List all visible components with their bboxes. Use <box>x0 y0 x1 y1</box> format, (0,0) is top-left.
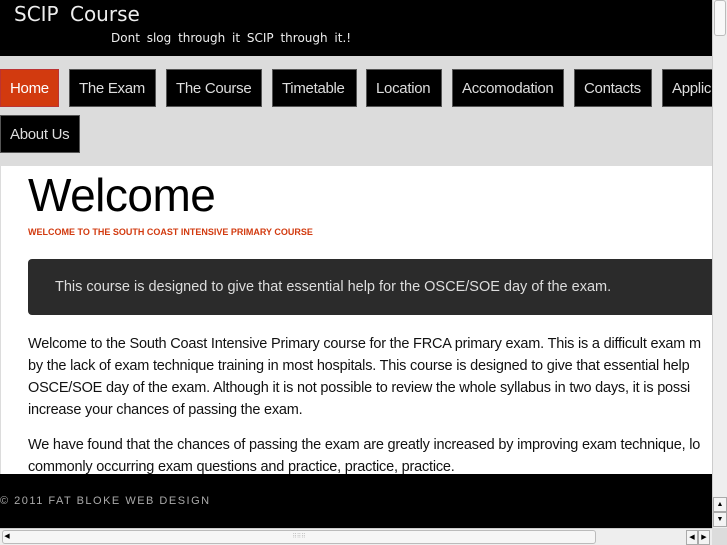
nav-location[interactable]: Location <box>366 69 442 107</box>
horizontal-scroll-thumb[interactable]: ⠿⠿⠿ <box>2 530 596 544</box>
site-footer: © 2011 FAT BLOKE WEB DESIGN <box>0 474 712 528</box>
scroll-left-icon[interactable]: ◀ <box>2 530 12 545</box>
page-title: Welcome <box>28 169 216 221</box>
copyright-text: © 2011 FAT BLOKE WEB DESIGN <box>0 495 211 507</box>
callout-box: This course is designed to give that ess… <box>28 259 712 315</box>
site-header: SCIP Course Dont slog through it SCIP th… <box>0 0 712 56</box>
nav-accomodation[interactable]: Accomodation <box>452 69 564 107</box>
nav-the-exam[interactable]: The Exam <box>69 69 156 107</box>
nav-applications[interactable]: Applic <box>662 69 712 107</box>
main-content: Welcome WELCOME TO THE SOUTH COAST INTEN… <box>1 166 712 474</box>
nav-about-us[interactable]: About Us <box>0 115 80 153</box>
scroll-left-icon[interactable]: ◀ <box>686 530 698 545</box>
scroll-up-icon[interactable]: ▲ <box>713 497 727 512</box>
paragraph-line: commonly occurring exam questions and pr… <box>28 459 455 474</box>
site-tagline: Dont slog through it SCIP through it.! <box>111 31 352 45</box>
vertical-scroll-thumb[interactable] <box>714 0 726 36</box>
nav-home[interactable]: Home <box>0 69 59 107</box>
nav-contacts[interactable]: Contacts <box>574 69 652 107</box>
scroll-right-icon[interactable]: ▶ <box>698 530 710 545</box>
page-subtitle: WELCOME TO THE SOUTH COAST INTENSIVE PRI… <box>28 227 313 237</box>
browser-viewport: SCIP Course Dont slog through it SCIP th… <box>0 0 712 528</box>
nav-the-course[interactable]: The Course <box>166 69 262 107</box>
site-title[interactable]: SCIP Course <box>14 2 140 26</box>
scroll-down-icon[interactable]: ▼ <box>713 512 727 527</box>
horizontal-scrollbar[interactable]: ⠿⠿⠿ ◀ ◀ ▶ <box>0 528 712 545</box>
paragraph-line: Welcome to the South Coast Intensive Pri… <box>28 336 701 352</box>
paragraph-line: increase your chances of passing the exa… <box>28 402 303 418</box>
nav-timetable[interactable]: Timetable <box>272 69 357 107</box>
paragraph-line: We have found that the chances of passin… <box>28 437 701 453</box>
paragraph-line: OSCE/SOE day of the exam. Although it is… <box>28 380 691 396</box>
vertical-scrollbar[interactable]: ▲ ▼ <box>712 0 727 528</box>
grip-icon: ⠿⠿⠿ <box>292 534 306 540</box>
paragraph-line: by the lack of exam technique training i… <box>28 358 690 374</box>
